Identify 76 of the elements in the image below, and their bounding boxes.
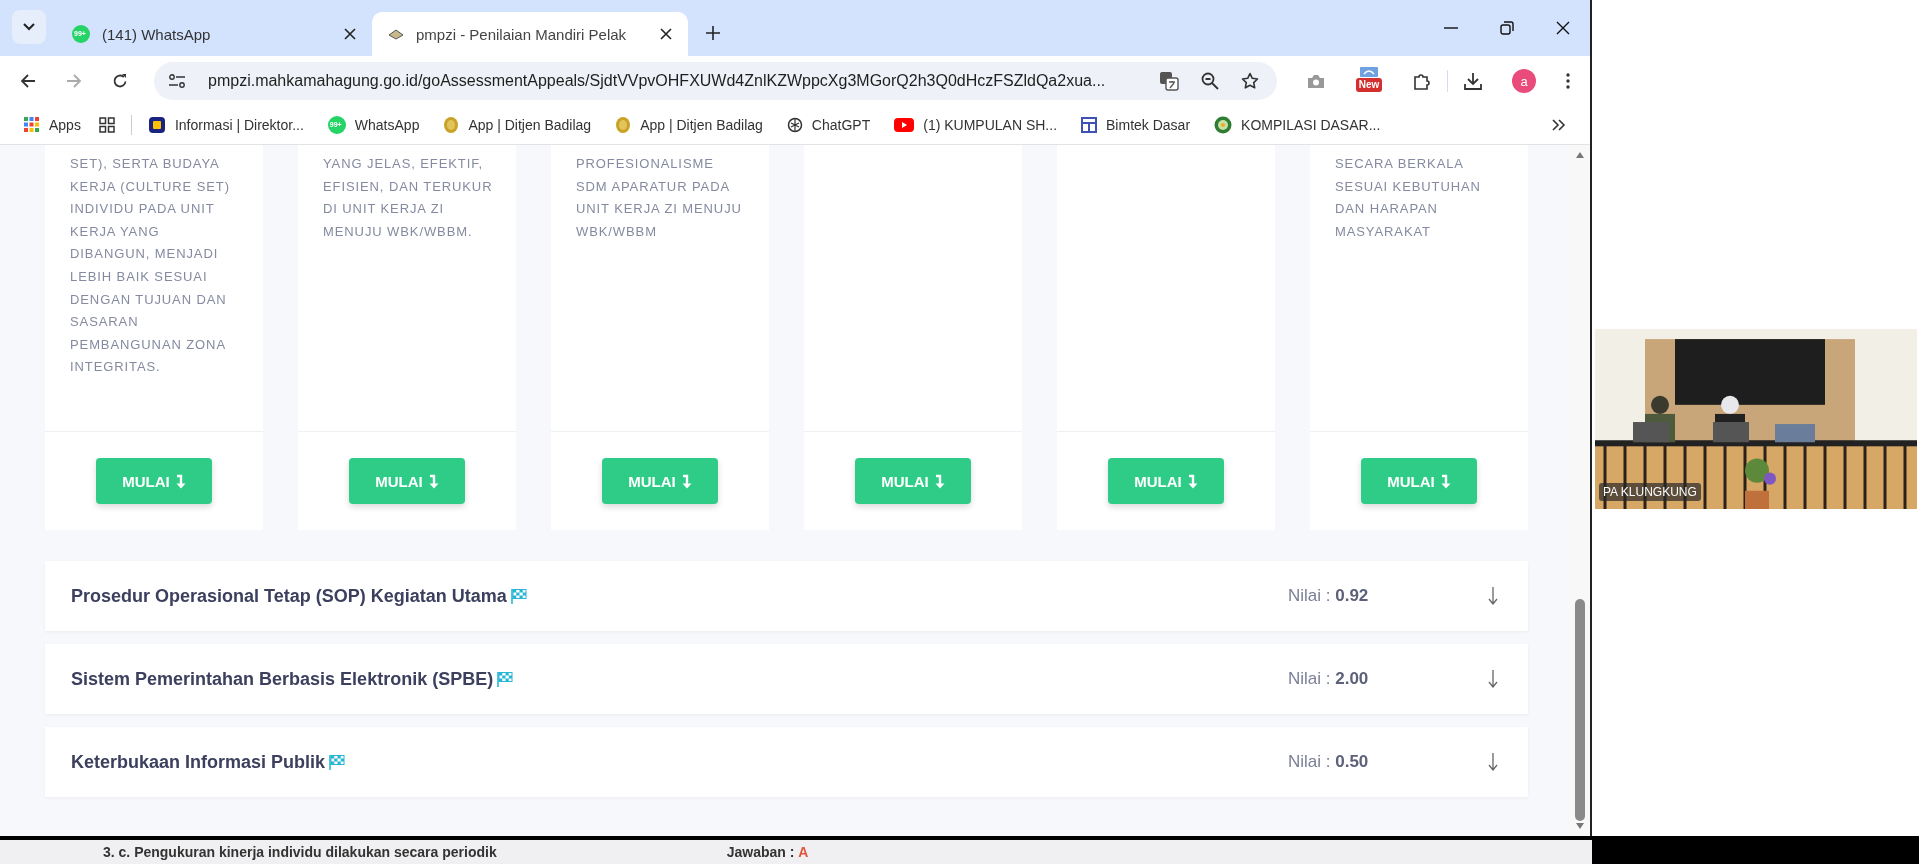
square-logo-icon [147,116,166,134]
section-title: Prosedur Operasional Tetap (SOP) Kegiatan Utama [71,585,507,607]
close-icon[interactable] [344,28,356,40]
star-icon[interactable] [1241,72,1259,90]
close-icon[interactable] [1556,21,1570,35]
play-icon [894,118,915,132]
bookmark-item[interactable]: Bimtek Dasar [1081,117,1191,133]
profile-avatar[interactable]: a [1512,69,1536,93]
section-title: Sistem Pemerintahan Berbasis Elektronik (SPBE) [71,668,494,690]
answer-text: Jawaban : A [726,844,809,860]
arrow-down-icon [934,473,945,489]
bookmark-item[interactable]: KOMPILASI DASAR... [1214,116,1381,134]
close-icon[interactable] [660,28,672,40]
puzzle-icon[interactable] [1413,72,1431,90]
card-description: SECARA BERKALA SESUAI KEBUTUHAN DAN HARAPAN MASYARAKAT [1335,155,1482,241]
bookmark-item[interactable]: Apps [24,117,81,133]
arrow-down-icon [175,473,186,489]
bookmark-item[interactable]: Informasi | Direktor... [147,116,304,134]
tab-search-button[interactable] [12,10,46,44]
new-tab-icon[interactable] [706,26,720,40]
section-title: Keterbukaan Informasi Publik [71,751,326,773]
book-icon [388,27,404,41]
coin-icon [615,116,632,134]
menu-icon[interactable] [1566,73,1570,89]
participant-name: PA KLUNGKUNG [1599,483,1701,501]
bookmark-item[interactable]: ChatGPT [786,117,871,133]
reload-icon[interactable] [112,73,128,89]
chat-icon [72,25,90,43]
bookmark-item[interactable]: App | Ditjen Badilag [443,116,592,134]
zoom-out-icon[interactable] [1201,72,1219,90]
checkered-flag-icon [329,754,346,770]
extension-button[interactable]: New [1355,66,1383,96]
checkered-flag-icon [497,671,514,687]
bookmark-item[interactable]: (1) KUMPULAN SH... [894,117,1058,133]
emblem-icon [1214,116,1233,134]
download-icon[interactable] [1464,72,1482,90]
arrow-down-icon [1440,473,1451,489]
apps-icon [24,117,40,133]
score-text: Nilai : 0.50 [1288,752,1370,772]
question-text: 3. c. Pengukuran kinerja individu dilakukan secara periodik [103,844,497,860]
more-bookmarks-icon[interactable] [1552,119,1566,131]
card-description: PROFESIONALISME SDM APARATUR PADA UNIT KERJA ZI MENUJU WBK/WBBM [576,155,743,241]
extension-icon [1358,66,1380,78]
translate-icon[interactable] [1159,71,1179,91]
arrow-down-icon[interactable] [1488,753,1498,771]
chat-icon [327,116,346,134]
arrow-down-icon[interactable] [1488,670,1498,688]
tab-groups-icon[interactable] [98,117,115,133]
url-text: pmpzi.mahkamahagung.go.id/goAssessmentAppeals/SjdtVVpvOHFXUWd4ZnlKZWppcXg3MGorQ2h3Q0dHczFSZldQa2xua... [208,72,1107,90]
bookmark-item[interactable]: App | Ditjen Badilag [615,116,763,134]
card-description: SET), SERTA BUDAYA KERJA (CULTURE SET) INDIVIDU PADA UNIT KERJA YANG DIBANGUN, MENJADI LEBIH BAIK SESUAI DENGAN TUJUAN DAN SASARAN PEMBANGUNAN ZONA INTEGRITAS. [70,155,231,377]
score-text: Nilai : 2.00 [1288,669,1370,689]
new-badge: New [1355,78,1383,92]
browser-tab[interactable]: pmpzi - Penilaian Mandiri Pelak [372,12,688,56]
back-icon[interactable] [20,73,36,89]
scroll-up-icon[interactable] [1575,151,1585,159]
arrow-down-icon [681,473,692,489]
knot-icon [786,117,803,133]
camera-icon[interactable] [1307,73,1325,89]
section-row[interactable]: Keterbukaan Informasi Publik Nilai : 0.50 [45,727,1528,797]
arrow-down-icon [1187,473,1198,489]
restore-icon[interactable] [1500,21,1514,35]
chevron-down-icon [23,23,35,31]
arrow-down-icon[interactable] [1488,587,1498,605]
card-description: YANG JELAS, EFEKTIF, EFISIEN, DAN TERUKUR DI UNIT KERJA ZI MENUJU WBK/WBBM. [323,155,494,241]
checkered-flag-icon [510,588,527,604]
arrow-down-icon [428,473,439,489]
address-bar[interactable]: pmpzi.mahkamahagung.go.id/goAssessmentAppeals/SjdtVVpvOHFXUWd4ZnlKZWppcXg3MGorQ2h3Q0dHczFSZldQa2xua... [154,62,1277,100]
score-text: Nilai : 0.92 [1288,586,1370,606]
site-settings-icon[interactable] [168,74,186,88]
scrollbar-thumb[interactable] [1575,599,1585,821]
section-row[interactable]: Prosedur Operasional Tetap (SOP) Kegiatan Utama Nilai : 0.92 [45,561,1528,631]
coin-icon [443,116,460,134]
scrollbar[interactable] [1570,145,1590,836]
layout-icon [1081,117,1098,133]
section-row[interactable]: Sistem Pemerintahan Berbasis Elektronik (SPBE) Nilai : 2.00 [45,644,1528,714]
